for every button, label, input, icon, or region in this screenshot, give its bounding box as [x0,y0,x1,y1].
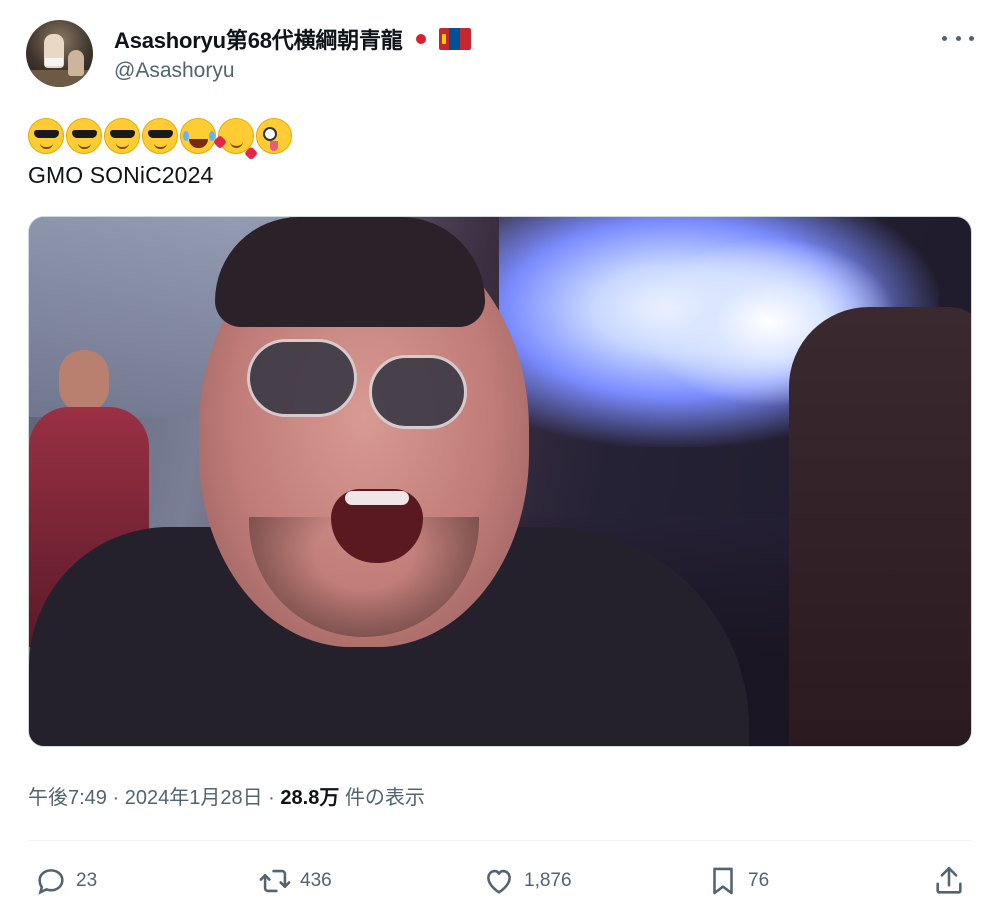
more-options-icon[interactable] [942,34,974,42]
tweet-date[interactable]: 2024年1月28日 [125,787,263,809]
tears-of-joy-emoji-icon [180,118,216,154]
heart-icon [487,869,511,894]
views-count: 28.8万 [280,787,340,809]
reply-count: 23 [76,870,98,891]
avatar[interactable] [26,20,93,87]
share-button[interactable] [932,864,966,898]
tweet-text: GMO SONiC2024 [28,162,214,188]
sunglasses-emoji-icon [104,118,140,154]
sunglasses-emoji-icon [142,118,178,154]
meta-separator: · [112,787,120,809]
author-handle[interactable]: @Asashoryu [114,59,235,83]
retweet-count: 436 [300,870,332,891]
emoji-line [28,117,292,155]
mongolia-flag-icon [438,28,471,50]
retweet-button[interactable]: 436 [258,864,332,898]
bookmark-icon [713,867,733,895]
author-display-name[interactable]: Asashoryu第68代横綱朝青龍 [114,23,403,55]
reply-button[interactable]: 23 [34,864,97,898]
avatar-figure-second [68,50,84,76]
divider [28,840,972,841]
author-name-row: Asashoryu第68代横綱朝青龍 [114,24,471,54]
tweet-card: Asashoryu第68代横綱朝青龍 @Asashoryu GMO SONiC2… [0,0,1000,921]
tweet-meta: 午後7:49 · 2024年1月28日 · 28.8万 件の表示 [28,781,425,810]
views-label: 件の表示 [344,787,425,809]
japan-flag-icon [413,31,429,47]
meta-separator: · [268,787,275,809]
zany-face-emoji-icon [256,118,292,154]
like-count: 1,876 [524,870,572,891]
tweet-time[interactable]: 午後7:49 [28,787,107,809]
retweet-icon [259,869,291,893]
bookmark-button[interactable]: 76 [706,864,769,898]
reply-icon [38,869,64,895]
smiling-with-hearts-emoji-icon [218,118,254,154]
like-button[interactable]: 1,876 [482,864,572,898]
share-icon [936,866,962,894]
avatar-figure-belt [45,58,63,66]
sunglasses-emoji-icon [66,118,102,154]
sunglasses-emoji-icon [28,118,64,154]
tweet-video[interactable] [28,216,972,747]
bookmark-count: 76 [748,870,770,891]
